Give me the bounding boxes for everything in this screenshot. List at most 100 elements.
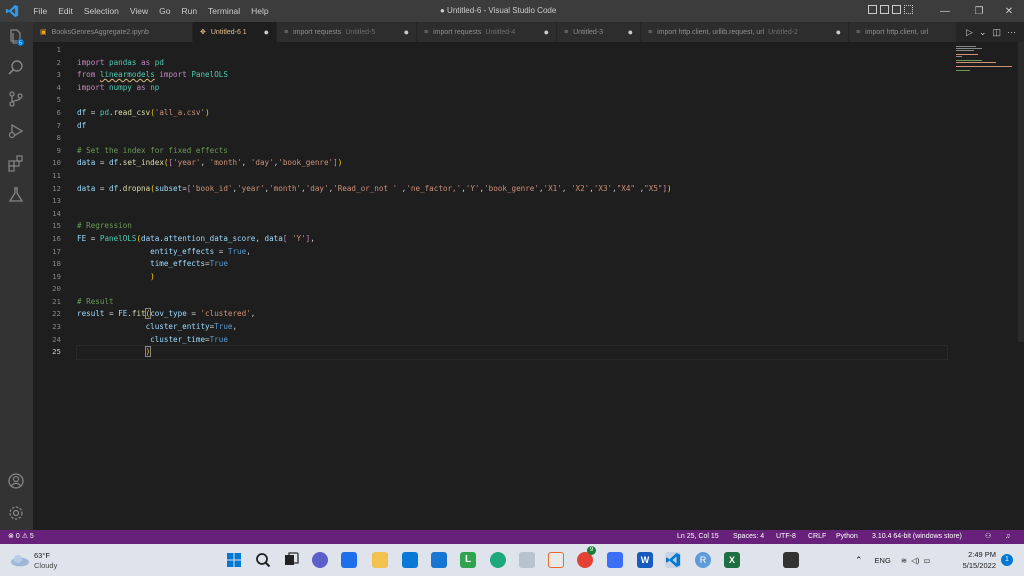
code-line[interactable]: data = df.set_index(['year', 'month', 'd… <box>77 157 947 170</box>
accounts-icon[interactable] <box>7 472 25 490</box>
tab-untitled-1[interactable]: ≡ import http.client, url <box>849 22 957 42</box>
settings-app-icon[interactable] <box>519 552 535 568</box>
toggle-secondary-sidebar-icon[interactable] <box>892 5 901 14</box>
split-editor-icon[interactable]: ◫ <box>992 27 1001 38</box>
menu-help[interactable]: Help <box>246 6 274 16</box>
unsaved-dot-icon[interactable]: ● <box>544 27 549 37</box>
code-line[interactable]: time_effects=True <box>77 258 947 271</box>
vertical-scrollbar[interactable] <box>1018 42 1024 342</box>
code-area[interactable]: import pandas as pd from linearmodels im… <box>76 44 948 360</box>
tab-untitled-2[interactable]: ≡ import http.client, urllib.request, ur… <box>641 22 849 42</box>
menu-run[interactable]: Run <box>176 6 203 16</box>
code-line-current[interactable]: ) <box>76 345 948 360</box>
teams-chat-icon[interactable] <box>312 552 328 568</box>
tab-booksgenresaggregate2[interactable]: ▣ BooksGenresAggregate2.ipynb <box>33 22 193 42</box>
mail-icon[interactable] <box>431 552 447 568</box>
code-line[interactable] <box>77 208 947 221</box>
microsoft-store-icon[interactable] <box>402 552 418 568</box>
code-line[interactable] <box>77 132 947 145</box>
toggle-panel-icon[interactable] <box>880 5 889 14</box>
widgets-icon[interactable] <box>341 552 357 568</box>
jupyter-icon[interactable] <box>548 552 564 568</box>
problems-indicator[interactable]: ⊗ 0 ⚠ 5 <box>8 530 34 544</box>
battery-icon[interactable]: ▭ <box>923 556 930 565</box>
notification-center-icon[interactable]: 1 <box>1001 554 1013 566</box>
code-line[interactable]: # Result <box>77 296 947 309</box>
menu-terminal[interactable]: Terminal <box>203 6 246 16</box>
file-explorer-icon[interactable] <box>372 552 388 568</box>
unsaved-dot-icon[interactable]: ● <box>628 27 633 37</box>
search-icon[interactable] <box>255 552 271 568</box>
code-line[interactable]: df = pd.read_csv('all_a.csv') <box>77 107 947 120</box>
code-line[interactable]: cluster_entity=True, <box>77 321 947 334</box>
run-play-icon[interactable]: ▷ <box>966 27 973 38</box>
task-view-icon[interactable] <box>283 552 299 568</box>
search-icon[interactable] <box>7 59 25 77</box>
menu-go[interactable]: Go <box>154 6 176 16</box>
wifi-icon[interactable]: ≋ <box>901 556 907 565</box>
chevron-up-icon[interactable]: ⌃ <box>855 555 863 566</box>
menu-file[interactable]: File <box>28 6 53 16</box>
code-line[interactable]: # Regression <box>77 220 947 233</box>
menu-selection[interactable]: Selection <box>78 6 124 16</box>
code-line[interactable]: df <box>77 120 947 133</box>
windows-start-icon[interactable] <box>226 552 242 568</box>
code-line[interactable] <box>77 170 947 183</box>
feedback-icon[interactable]: ⚇ <box>985 530 991 544</box>
code-line[interactable]: cluster_time=True <box>77 334 947 347</box>
code-line[interactable]: import numpy as np <box>77 82 947 95</box>
code-line[interactable] <box>77 195 947 208</box>
minimap[interactable] <box>954 44 1014 74</box>
tab-untitled-4[interactable]: ≡ import requests Untitled-4 ● <box>417 22 557 42</box>
tab-untitled-5[interactable]: ≡ import requests Untitled-5 ● <box>277 22 417 42</box>
notifications-bell-icon[interactable]: ♫ <box>1005 530 1010 544</box>
chevron-down-icon[interactable]: ⌄ <box>979 27 987 38</box>
code-line[interactable]: # Set the index for fixed effects <box>77 145 947 158</box>
code-line[interactable] <box>77 94 947 107</box>
python-interpreter[interactable]: 3.10.4 64-bit (windows store) <box>872 530 962 544</box>
customize-layout-icon[interactable] <box>904 5 913 14</box>
menu-edit[interactable]: Edit <box>53 6 79 16</box>
excel-icon[interactable]: X <box>724 552 740 568</box>
minimize-button[interactable]: — <box>928 0 962 22</box>
unsaved-dot-icon[interactable]: ● <box>836 27 841 37</box>
input-language[interactable]: ENG <box>875 556 891 565</box>
code-line[interactable]: entity_effects = True, <box>77 246 947 259</box>
end-of-line[interactable]: CRLF <box>808 530 826 544</box>
restore-button[interactable]: ❐ <box>962 0 996 22</box>
unsaved-dot-icon[interactable]: ● <box>264 27 269 37</box>
code-line[interactable] <box>77 283 947 296</box>
code-line[interactable]: FE = PanelOLS(data.attention_data_score,… <box>77 233 947 246</box>
language-mode[interactable]: Python <box>836 530 858 544</box>
edge-browser-icon[interactable] <box>490 552 506 568</box>
code-line[interactable] <box>77 44 947 57</box>
app-l-icon[interactable]: L <box>460 552 476 568</box>
code-line[interactable]: ) <box>77 271 947 284</box>
testing-icon[interactable] <box>7 186 25 204</box>
cursor-position[interactable]: Ln 25, Col 15 <box>677 530 719 544</box>
source-control-icon[interactable] <box>7 90 25 108</box>
weather-widget[interactable]: 63°F Cloudy <box>10 550 70 572</box>
clock[interactable]: 2:49 PM 5/15/2022 <box>958 550 996 570</box>
notepad-icon[interactable] <box>607 552 623 568</box>
toggle-sidebar-icon[interactable] <box>868 5 877 14</box>
code-line[interactable]: from linearmodels import PanelOLS <box>77 69 947 82</box>
code-editor[interactable]: 1 2 3 4 5 6 7 8 9 10 11 12 13 14 15 16 17 18 19 20 21 22 23 24 2… <box>33 42 1024 530</box>
more-actions-icon[interactable]: ··· <box>1007 27 1016 37</box>
tab-untitled-6[interactable]: ✥ Untitled-6 1 ● <box>193 22 277 42</box>
encoding[interactable]: UTF-8 <box>776 530 796 544</box>
explorer-icon[interactable]: 5 <box>7 28 25 46</box>
unsaved-dot-icon[interactable]: ● <box>404 27 409 37</box>
close-button[interactable]: ✕ <box>992 0 1024 22</box>
r-app-icon[interactable]: R <box>695 552 711 568</box>
code-line[interactable]: result = FE.fit(cov_type = 'clustered', <box>77 308 947 321</box>
word-icon[interactable]: W <box>637 552 653 568</box>
run-debug-icon[interactable] <box>7 122 25 140</box>
extensions-icon[interactable] <box>7 154 25 172</box>
indentation[interactable]: Spaces: 4 <box>733 530 764 544</box>
vscode-taskbar-icon[interactable] <box>665 552 681 568</box>
code-line[interactable]: import pandas as pd <box>77 57 947 70</box>
code-line[interactable]: data = df.dropna(subset=['book_id','year… <box>77 183 947 196</box>
terminal-icon[interactable] <box>783 552 799 568</box>
volume-icon[interactable]: ◁) <box>911 556 919 565</box>
